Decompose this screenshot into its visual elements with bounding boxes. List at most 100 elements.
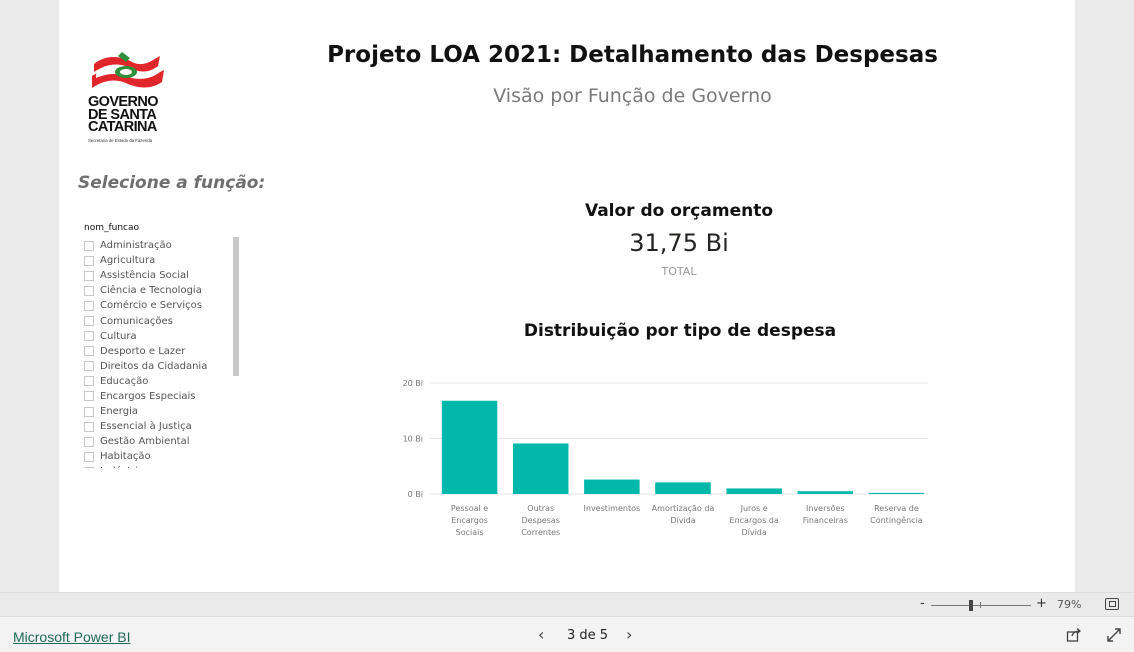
page-indicator: 3 de 5 bbox=[567, 628, 609, 643]
slicer-item-label: Direitos da Cidadania bbox=[100, 360, 208, 372]
slicer-checkbox[interactable] bbox=[84, 285, 94, 296]
budget-card-title: Valor do orçamento bbox=[584, 201, 774, 221]
slicer-field-name: nom_funcao bbox=[84, 223, 140, 233]
slicer-item[interactable]: Energia bbox=[84, 404, 242, 419]
slicer-checkbox[interactable] bbox=[84, 361, 94, 372]
zoom-slider-tick bbox=[980, 602, 981, 608]
slicer-checkbox[interactable] bbox=[84, 421, 94, 432]
slicer-item[interactable]: Assistência Social bbox=[84, 268, 242, 283]
y-tick-label: 10 Bi bbox=[403, 435, 423, 444]
slicer-item[interactable]: Gestão Ambiental bbox=[84, 434, 242, 449]
chart-title: Distribuição por tipo de despesa bbox=[523, 321, 837, 341]
slicer-item-label: Essencial à Justiça bbox=[100, 421, 192, 433]
slicer-list: Administração Agricultura Assistência Soci… bbox=[84, 238, 242, 468]
slicer-item[interactable]: Comunicações bbox=[84, 313, 242, 328]
bar bbox=[655, 482, 711, 494]
slicer-checkbox[interactable] bbox=[84, 391, 94, 402]
slicer-item-label: Ciência e Tecnologia bbox=[100, 285, 202, 297]
funcao-slicer: nom_funcao Administração Agricultura Assis… bbox=[84, 223, 242, 471]
slicer-item-label: Agricultura bbox=[100, 255, 156, 267]
slicer-item[interactable]: Cultura bbox=[84, 329, 242, 344]
previous-page-button[interactable]: ‹ bbox=[538, 625, 544, 644]
bar bbox=[868, 492, 925, 494]
slicer-checkbox[interactable] bbox=[84, 331, 94, 342]
slicer-checkbox[interactable] bbox=[84, 255, 94, 266]
y-tick-label: 0 Bi bbox=[408, 490, 423, 499]
expense-type-bar-chart: 0 Bi 10 Bi 20 Bi Pessoal e Encargos Sociais Ou… bbox=[403, 379, 928, 537]
report-subtitle: Visão por Função de Governo bbox=[493, 85, 772, 107]
slicer-checkbox[interactable] bbox=[84, 346, 94, 357]
x-tick-label: Inversões bbox=[806, 504, 845, 513]
x-tick-label: Dívida bbox=[741, 528, 766, 537]
slicer-item[interactable]: Indústria bbox=[84, 464, 242, 468]
bar bbox=[726, 488, 782, 494]
slicer-checkbox[interactable] bbox=[84, 240, 94, 251]
x-tick-label: Encargos bbox=[451, 516, 488, 525]
bar bbox=[584, 479, 640, 494]
slicer-item[interactable]: Ciência e Tecnologia bbox=[84, 283, 242, 298]
x-tick-label: Financeiras bbox=[803, 516, 848, 525]
slicer-checkbox[interactable] bbox=[84, 451, 94, 462]
slicer-checkbox[interactable] bbox=[84, 466, 94, 468]
slicer-checkbox[interactable] bbox=[84, 316, 94, 327]
slicer-item[interactable]: Essencial à Justiça bbox=[84, 419, 242, 434]
fit-to-page-icon[interactable] bbox=[1105, 598, 1119, 610]
slicer-scrollbar[interactable] bbox=[233, 237, 239, 376]
slicer-item-label: Energia bbox=[100, 406, 138, 418]
x-tick-label: Sociais bbox=[456, 528, 484, 537]
x-tick-label: Despesas bbox=[521, 516, 560, 525]
slicer-item-label: Gestão Ambiental bbox=[100, 436, 190, 448]
report-title: Projeto LOA 2021: Detalhamento das Despe… bbox=[327, 42, 938, 68]
x-tick-label: Amortização da bbox=[652, 504, 715, 513]
budget-card-label: TOTAL bbox=[661, 265, 697, 278]
share-icon[interactable] bbox=[1066, 627, 1082, 643]
y-tick-label: 20 Bi bbox=[403, 379, 423, 388]
slicer-checkbox[interactable] bbox=[84, 406, 94, 417]
power-bi-link[interactable]: Microsoft Power BI bbox=[13, 629, 130, 645]
bar bbox=[512, 443, 569, 494]
slicer-item[interactable]: Comércio e Serviços bbox=[84, 298, 242, 313]
logo-line-3: CATARINA bbox=[88, 119, 157, 135]
slicer-item[interactable]: Encargos Especiais bbox=[84, 389, 242, 404]
x-tick-label: Juros e bbox=[740, 504, 768, 513]
slicer-item-label: Educação bbox=[100, 375, 149, 387]
governo-santa-catarina-logo: GOVERNO DE SANTA CATARINA Secretaria de … bbox=[88, 50, 170, 146]
x-tick-label: Contingência bbox=[870, 515, 923, 525]
slicer-item-label: Encargos Especiais bbox=[100, 390, 196, 402]
x-tick-label: Correntes bbox=[521, 528, 560, 537]
zoom-out-button[interactable]: - bbox=[920, 596, 925, 611]
logo-wordmark: GOVERNO DE SANTA CATARINA bbox=[88, 95, 159, 135]
slicer-item[interactable]: Habitação bbox=[84, 449, 242, 464]
slicer-item-label: Comércio e Serviços bbox=[100, 300, 202, 312]
slicer-item[interactable]: Educação bbox=[84, 374, 242, 389]
slicer-checkbox[interactable] bbox=[84, 436, 94, 447]
slicer-checkbox[interactable] bbox=[84, 300, 94, 311]
bar bbox=[797, 491, 854, 494]
slicer-item[interactable]: Agricultura bbox=[84, 253, 242, 268]
zoom-in-button[interactable]: + bbox=[1036, 596, 1047, 611]
slicer-item[interactable]: Desporto e Lazer bbox=[84, 344, 242, 359]
bar bbox=[441, 400, 498, 494]
logo-caption: Secretaria de Estado da Fazenda bbox=[88, 138, 153, 143]
x-tick-label: Pessoal e bbox=[451, 504, 488, 513]
x-tick-label: Reserva de bbox=[874, 504, 919, 513]
zoom-slider-track[interactable] bbox=[931, 605, 1031, 606]
slicer-item-label: Comunicações bbox=[100, 315, 173, 327]
slicer-item-label: Administração bbox=[100, 240, 172, 252]
slicer-item-label: Indústria bbox=[100, 466, 144, 468]
x-tick-label: Outras bbox=[527, 504, 554, 513]
slicer-item-label: Cultura bbox=[100, 330, 137, 342]
x-tick-label: Investimentos bbox=[584, 504, 641, 513]
zoom-slider-thumb[interactable] bbox=[969, 600, 973, 611]
slicer-item[interactable]: Direitos da Cidadania bbox=[84, 359, 242, 374]
slicer-item[interactable]: Administração bbox=[84, 238, 242, 253]
zoom-level-label: 79% bbox=[1057, 598, 1082, 611]
x-tick-label: Dívida bbox=[670, 516, 695, 525]
slicer-item-label: Desporto e Lazer bbox=[100, 345, 186, 357]
slicer-checkbox[interactable] bbox=[84, 270, 94, 281]
next-page-button[interactable]: › bbox=[626, 625, 632, 644]
slicer-checkbox[interactable] bbox=[84, 376, 94, 387]
x-tick-label: Encargos da bbox=[730, 516, 779, 525]
fullscreen-icon[interactable] bbox=[1106, 627, 1122, 643]
slicer-item-label: Assistência Social bbox=[100, 270, 189, 282]
